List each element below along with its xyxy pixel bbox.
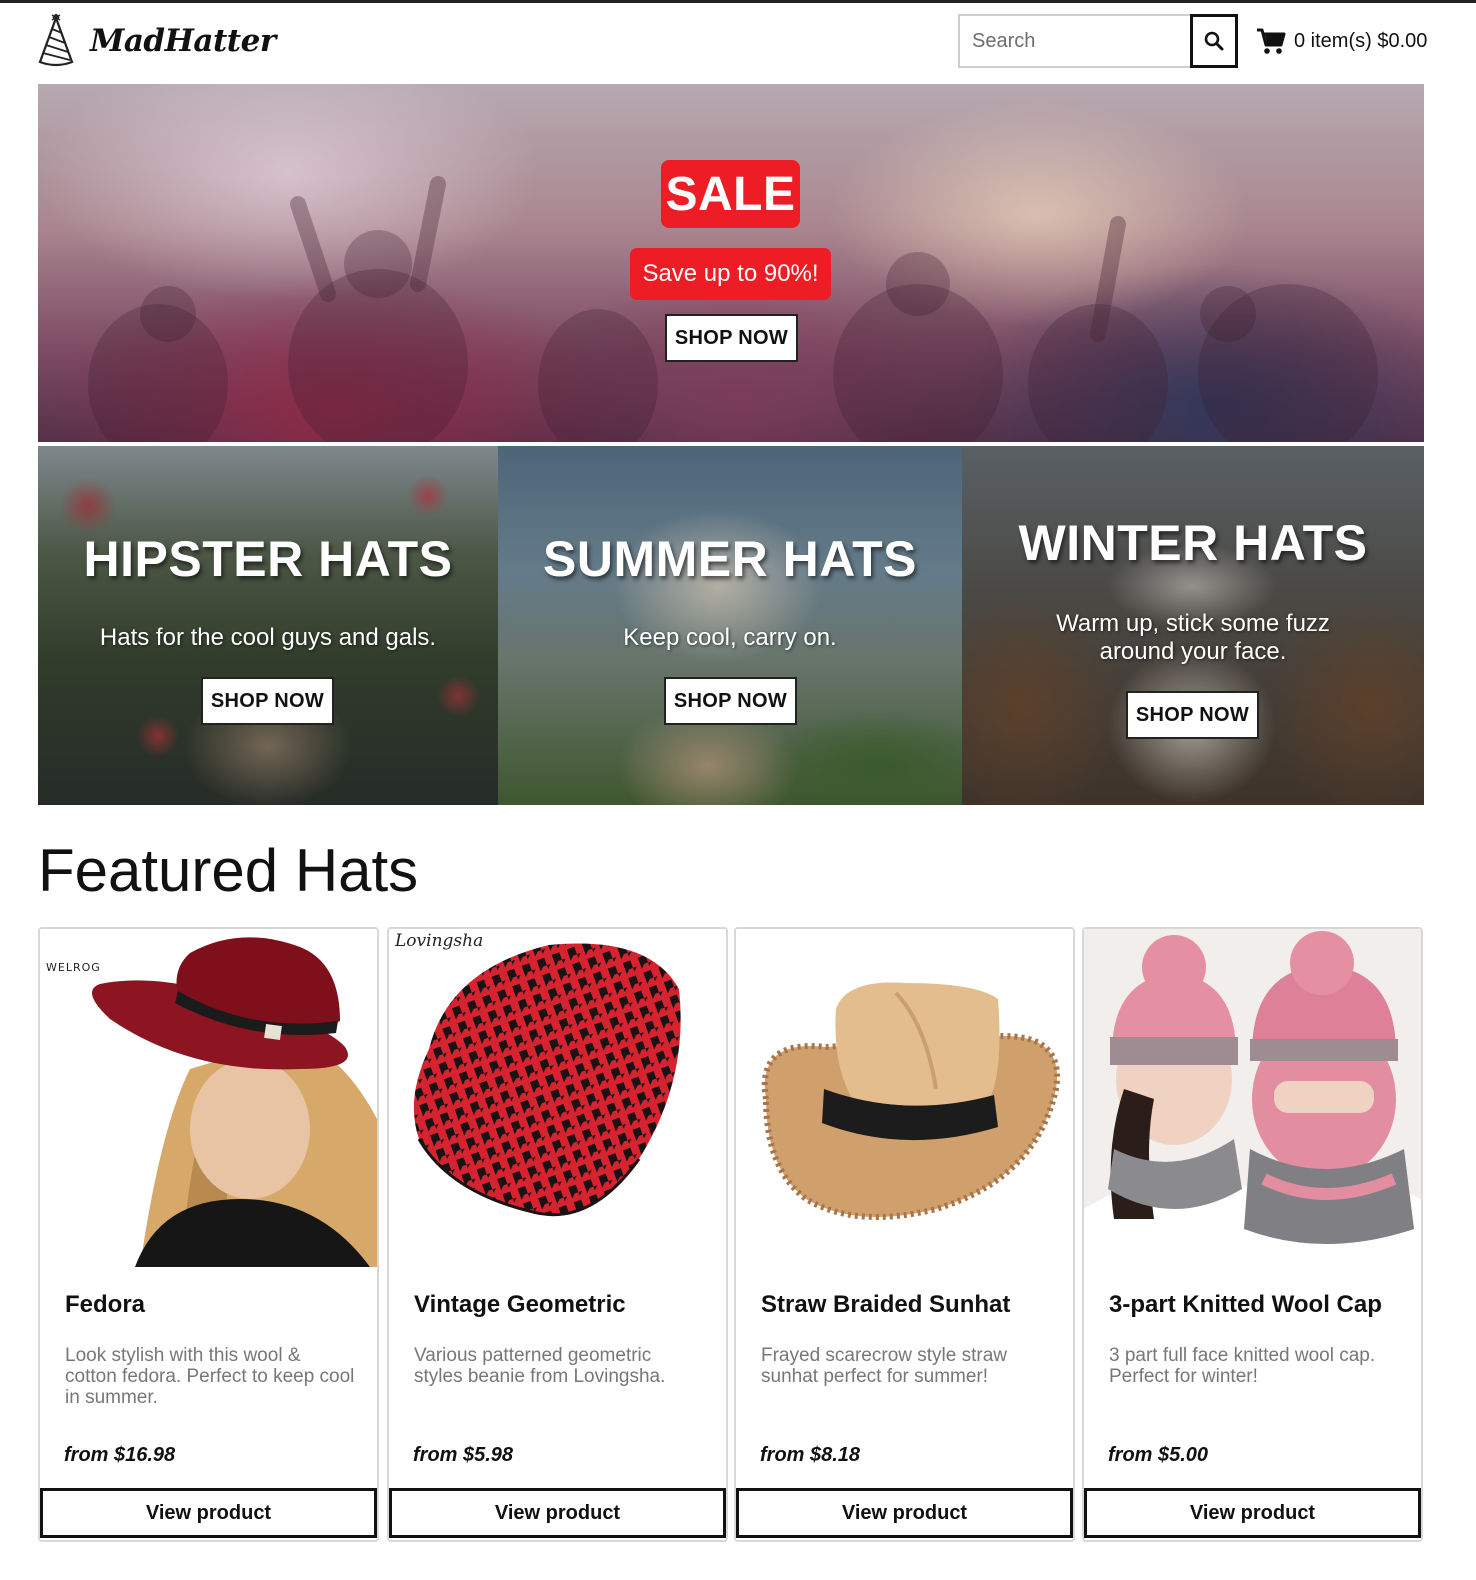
search-bar (958, 14, 1238, 68)
product-card-straw-sunhat: Straw Braided Sunhat Frayed scarecrow st… (734, 927, 1075, 1542)
beanie-illustration (413, 943, 681, 1217)
fedora-illustration (92, 937, 377, 1267)
category-description-line-2: around your face. (1099, 638, 1287, 665)
cart-summary: 0 item(s) $0.00 (1294, 29, 1428, 52)
category-tile-summer[interactable]: SUMMER HATS Keep cool, carry on. SHOP NO… (498, 446, 962, 805)
sale-badge: SALE (661, 160, 800, 228)
product-description: 3 part full face knitted wool cap. Perfe… (1109, 1345, 1376, 1387)
cart-icon (1257, 28, 1286, 54)
search-icon (1204, 31, 1224, 51)
category-description: Hats for the cool guys and gals. (99, 624, 437, 651)
product-price: from $8.18 (760, 1444, 861, 1466)
wool-cap-illustration (1084, 929, 1421, 1267)
view-product-button[interactable]: View product (736, 1488, 1073, 1538)
product-card-vintage-geometric: Lovingsha Vintage Geometric Various patt… (387, 927, 728, 1542)
view-product-button[interactable]: View product (389, 1488, 726, 1538)
category-title: WINTER HATS (1018, 515, 1368, 571)
product-image-vintage-geometric[interactable]: Lovingsha (389, 929, 726, 1267)
search-input[interactable] (958, 14, 1190, 68)
winter-shop-now-button[interactable]: SHOP NOW (1126, 691, 1259, 739)
view-product-button[interactable]: View product (40, 1488, 377, 1538)
product-name: Fedora (65, 1291, 146, 1318)
product-card-knitted-wool-cap: 3-part Knitted Wool Cap 3 part full face… (1082, 927, 1423, 1542)
category-tile-hipster[interactable]: HIPSTER HATS Hats for the cool guys and … (38, 446, 498, 805)
product-description: Frayed scarecrow style straw sunhat perf… (761, 1345, 1008, 1387)
brand-name: MadHatter (90, 23, 276, 59)
product-name: Vintage Geometric (414, 1291, 626, 1318)
product-name: Straw Braided Sunhat (761, 1291, 1011, 1318)
party-hat-icon (38, 14, 74, 67)
product-image-straw-sunhat[interactable] (736, 929, 1073, 1267)
product-image-fedora[interactable]: WELROG (40, 929, 377, 1267)
logo-link[interactable]: MadHatter (38, 14, 276, 68)
straw-hat-illustration (761, 982, 1061, 1220)
brand-watermark: WELROG (46, 961, 101, 974)
product-price: from $5.00 (1108, 1444, 1209, 1466)
hero-shop-now-button[interactable]: SHOP NOW (665, 314, 798, 362)
product-price: from $5.98 (413, 1444, 514, 1466)
top-border (0, 0, 1476, 3)
summer-shop-now-button[interactable]: SHOP NOW (664, 677, 797, 725)
sale-hero-banner: SALE Save up to 90%! SHOP NOW (38, 84, 1424, 442)
category-description: Keep cool, carry on. (623, 624, 837, 651)
category-tile-winter[interactable]: WINTER HATS Warm up, stick some fuzz aro… (962, 446, 1424, 805)
category-title: HIPSTER HATS (83, 531, 453, 587)
search-button[interactable] (1190, 14, 1238, 68)
category-title: SUMMER HATS (542, 531, 917, 587)
product-description: Various patterned geometric styles beani… (414, 1345, 666, 1387)
sale-subtitle: Save up to 90%! (630, 248, 831, 300)
hipster-shop-now-button[interactable]: SHOP NOW (201, 677, 334, 725)
product-name: 3-part Knitted Wool Cap (1109, 1291, 1382, 1318)
brand-watermark: Lovingsha (395, 931, 484, 951)
product-price: from $16.98 (64, 1444, 176, 1466)
featured-heading: Featured Hats (38, 837, 419, 904)
product-card-fedora: WELROG Fedora Look stylish with this woo… (38, 927, 379, 1542)
cart-link[interactable]: 0 item(s) $0.00 (1256, 27, 1427, 55)
category-description-line-1: Warm up, stick some fuzz (1056, 610, 1330, 637)
product-description: Look stylish with this wool & cotton fed… (65, 1345, 355, 1408)
product-image-knitted-wool-cap[interactable] (1084, 929, 1421, 1267)
view-product-button[interactable]: View product (1084, 1488, 1421, 1538)
